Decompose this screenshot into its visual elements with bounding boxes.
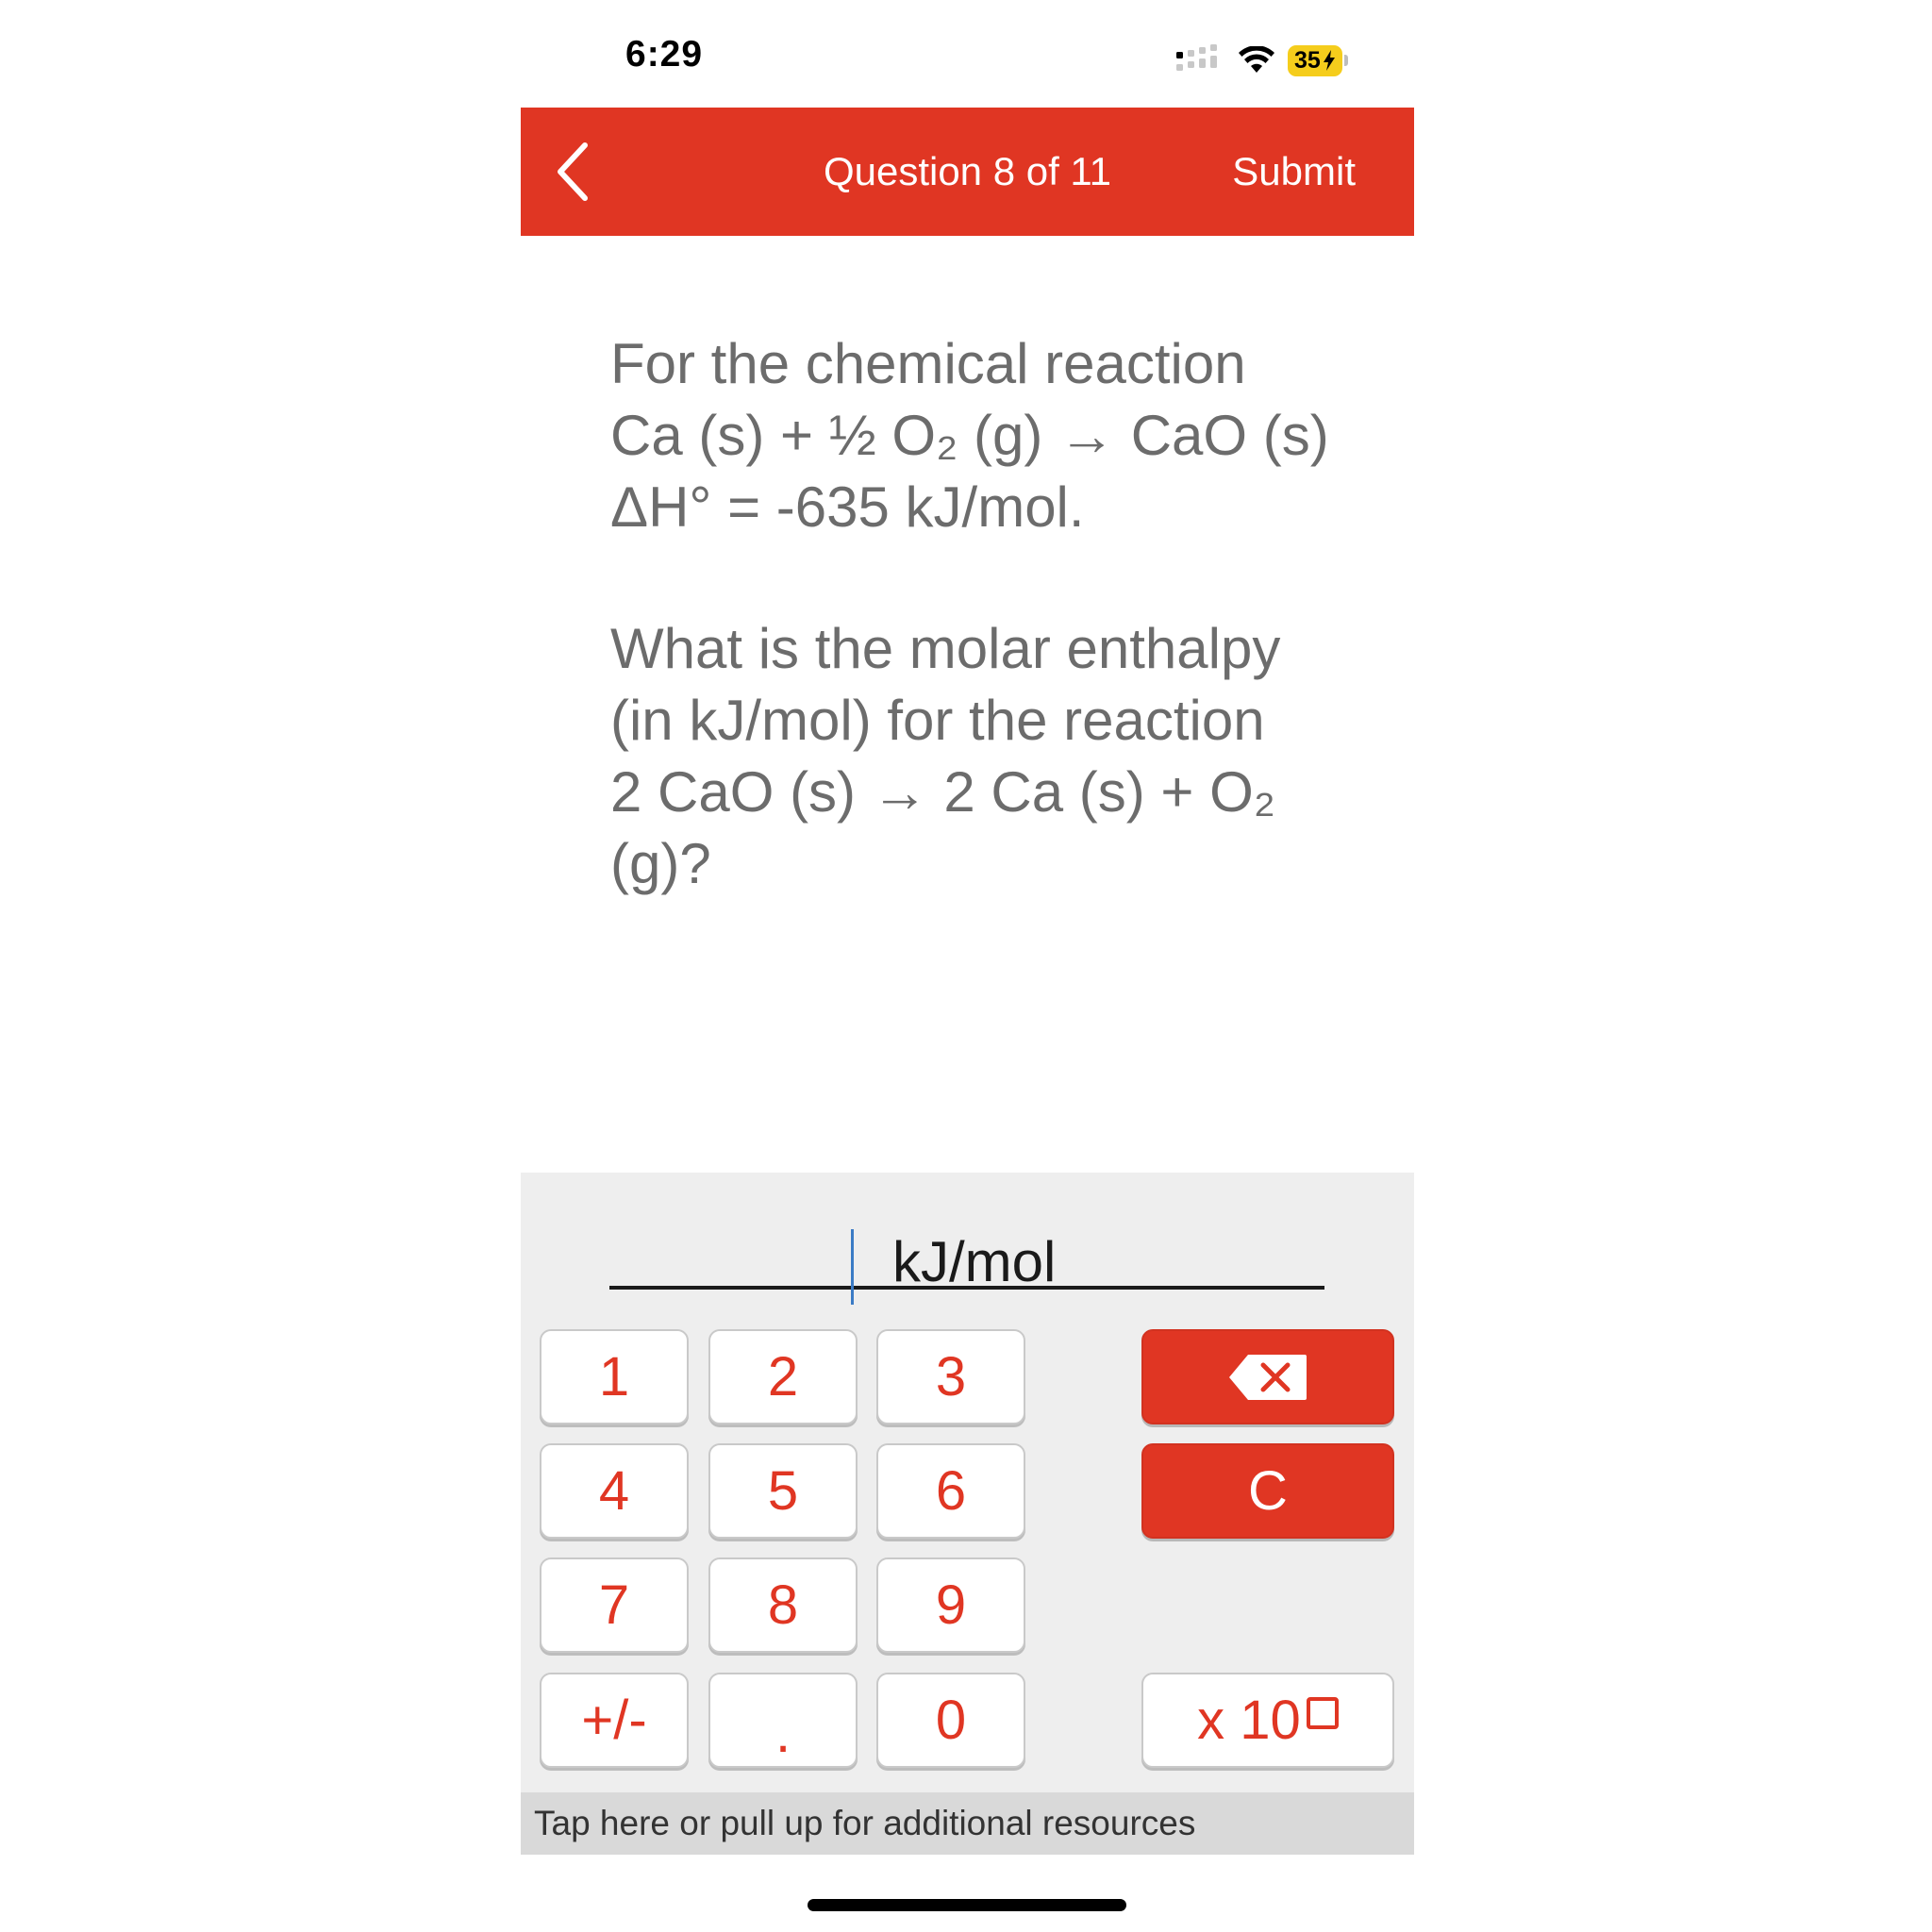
question-prompt-line: (in kJ/mol) for the reaction (610, 689, 1265, 752)
answer-panel: kJ/mol 1 2 3 4 5 6 C 7 8 9 +/- . 0 x 10 (521, 1173, 1414, 1792)
unit-label: kJ/mol (892, 1230, 1057, 1293)
question-intro: For the chemical reaction Ca (s) + ½ O₂ … (610, 328, 1365, 543)
battery-level: 35 (1294, 46, 1321, 74)
times-ten-label: x 10 (1197, 1690, 1301, 1751)
question-prompt-line: 2 CaO (s) → 2 Ca (s) + O₂ (610, 760, 1276, 824)
wifi-icon (1239, 46, 1274, 73)
battery-indicator: 35 (1288, 44, 1348, 76)
screen: 6:29 35 Question 8 of 11 Submit For the … (0, 0, 1932, 1932)
backspace-button[interactable] (1141, 1329, 1394, 1424)
charging-bolt-icon (1323, 50, 1335, 71)
times-ten-label-wrap: x 10 (1197, 1689, 1339, 1752)
key-9[interactable]: 9 (876, 1557, 1025, 1653)
question-intro-line: For the chemical reaction (610, 332, 1246, 395)
key-6[interactable]: 6 (876, 1443, 1025, 1539)
exponent-box-icon (1306, 1696, 1339, 1729)
submit-button[interactable]: Submit (1232, 108, 1356, 236)
question-prompt-line: (g)? (610, 832, 711, 895)
battery-body: 35 (1288, 44, 1342, 76)
status-icons: 35 (1174, 42, 1348, 79)
chevron-left-icon (558, 142, 588, 201)
question-counter: Question 8 of 11 (823, 149, 1112, 193)
decimal-point-label: . (774, 1703, 791, 1764)
back-button[interactable] (553, 142, 591, 202)
status-time: 6:29 (625, 34, 704, 75)
question-prompt-line: What is the molar enthalpy (610, 617, 1281, 680)
question-intro-line: Ca (s) + ½ O₂ (g) → CaO (s) (610, 404, 1329, 467)
additional-resources-bar[interactable]: Tap here or pull up for additional resou… (521, 1792, 1414, 1855)
key-4[interactable]: 4 (540, 1443, 689, 1539)
question-intro-line: ΔH° = -635 kJ/mol. (610, 475, 1085, 539)
sign-toggle-button[interactable]: +/- (540, 1673, 689, 1768)
key-8[interactable]: 8 (708, 1557, 858, 1653)
battery-tip (1343, 55, 1348, 66)
home-indicator[interactable] (808, 1899, 1126, 1911)
key-0[interactable]: 0 (876, 1673, 1025, 1768)
key-3[interactable]: 3 (876, 1329, 1025, 1424)
times-ten-exponent-button[interactable]: x 10 (1141, 1673, 1394, 1768)
question-prompt: What is the molar enthalpy (in kJ/mol) f… (610, 613, 1327, 900)
key-1[interactable]: 1 (540, 1329, 689, 1424)
key-5[interactable]: 5 (708, 1443, 858, 1539)
decimal-point-button[interactable]: . (708, 1673, 858, 1768)
backspace-icon (1229, 1354, 1307, 1400)
answer-input[interactable]: kJ/mol (609, 1201, 1324, 1305)
key-7[interactable]: 7 (540, 1557, 689, 1653)
key-2[interactable]: 2 (708, 1329, 858, 1424)
question-header: Question 8 of 11 Submit (521, 108, 1414, 236)
cellular-signal-icon (1176, 44, 1217, 71)
text-caret (851, 1229, 854, 1305)
clear-button[interactable]: C (1141, 1443, 1394, 1539)
